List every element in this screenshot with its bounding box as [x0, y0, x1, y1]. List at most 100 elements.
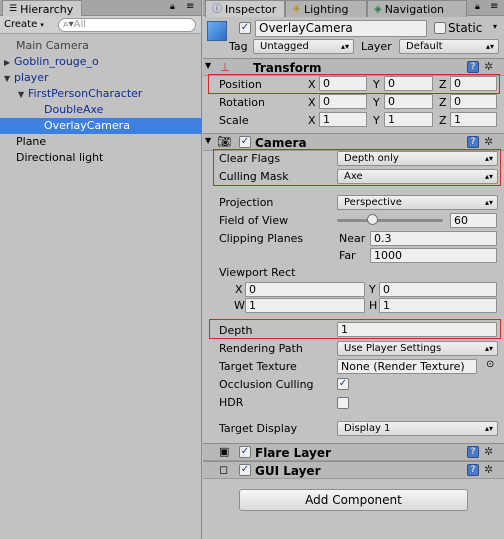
collapse-arrow-icon[interactable]: ▼: [205, 61, 211, 70]
rotation-x-field[interactable]: 0: [319, 94, 367, 109]
static-checkbox[interactable]: [434, 22, 446, 34]
target-display-dropdown[interactable]: Display 1 ▴▾: [337, 421, 498, 436]
info-icon: ⓘ: [212, 3, 222, 15]
fov-slider-thumb[interactable]: [367, 214, 378, 225]
help-icon[interactable]: ?: [467, 61, 479, 73]
tree-item-label: FirstPersonCharacter: [28, 87, 143, 100]
rotation-y-field[interactable]: 0: [384, 94, 433, 109]
tree-item-main-camera[interactable]: Main Camera: [0, 38, 202, 54]
flare-layer-header[interactable]: ▣ ✓ Flare Layer ? ✲: [203, 443, 504, 461]
tree-item-label: Plane: [16, 135, 47, 148]
tag-dropdown[interactable]: Untagged ▴▾: [253, 39, 354, 54]
fov-slider-track[interactable]: [337, 219, 443, 222]
target-texture-field[interactable]: None (Render Texture): [337, 359, 477, 374]
gameobject-cube-icon: [207, 21, 227, 41]
collapse-arrow-icon[interactable]: ▼: [205, 136, 211, 145]
search-icon: ⌕▾: [63, 19, 74, 30]
layer-label: Layer: [361, 40, 392, 53]
layer-dropdown[interactable]: Default ▴▾: [399, 39, 499, 54]
object-name-field[interactable]: OverlayCamera: [255, 20, 427, 37]
far-field[interactable]: 1000: [370, 248, 497, 263]
help-icon[interactable]: ?: [467, 446, 479, 458]
hdr-checkbox[interactable]: [337, 397, 349, 409]
gear-icon[interactable]: ✲: [484, 445, 493, 458]
tab-navigation[interactable]: ◈ Navigation: [367, 0, 467, 17]
add-component-button[interactable]: Add Component: [239, 489, 468, 511]
target-texture-label: Target Texture: [219, 360, 297, 373]
viewport-w-field[interactable]: 1: [245, 298, 365, 313]
gear-icon[interactable]: ✲: [484, 60, 493, 73]
tree-item-doubleaxe[interactable]: DoubleAxe: [0, 102, 202, 118]
hierarchy-search-input[interactable]: ⌕▾All: [58, 18, 196, 32]
object-picker-icon[interactable]: ⊙: [486, 359, 494, 370]
camera-flags-highlight-box: [213, 149, 501, 186]
flare-layer-icon: ▣: [219, 445, 230, 458]
expand-arrow-icon[interactable]: ▶: [4, 55, 14, 71]
rendering-path-label: Rendering Path: [219, 342, 303, 355]
flare-layer-title: Flare Layer: [255, 446, 331, 460]
gear-icon[interactable]: ✲: [484, 463, 493, 476]
projection-dropdown[interactable]: Perspective ▴▾: [337, 195, 498, 210]
gui-layer-header[interactable]: ◻ ✓ GUI Layer ? ✲: [203, 461, 504, 479]
create-label: Create: [4, 19, 38, 30]
viewport-y-field[interactable]: 0: [379, 282, 497, 297]
dropdown-arrow-icon: ▴▾: [484, 424, 493, 433]
create-button[interactable]: Create ▾: [4, 18, 44, 32]
lock-icon[interactable]: 🔒︎: [170, 2, 175, 12]
viewport-h-field[interactable]: 1: [379, 298, 497, 313]
collapse-arrow-icon[interactable]: ▼: [18, 87, 28, 103]
gui-layer-title: GUI Layer: [255, 464, 321, 478]
scale-y-label: Y: [373, 114, 380, 127]
rotation-y-label: Y: [373, 96, 380, 109]
navigation-icon: ◈: [374, 3, 382, 15]
gui-layer-icon: ◻: [219, 463, 229, 476]
tree-item-plane[interactable]: Plane: [0, 134, 202, 150]
menu-icon[interactable]: ≡: [490, 1, 498, 12]
fov-label: Field of View: [219, 214, 289, 227]
help-icon[interactable]: ?: [467, 136, 479, 148]
camera-enabled-checkbox[interactable]: ✓: [239, 136, 251, 148]
tab-lighting[interactable]: ☀ Lighting: [285, 0, 367, 17]
menu-icon[interactable]: ≡: [186, 1, 194, 12]
scale-y-field[interactable]: 1: [384, 112, 433, 127]
tree-item-label: player: [14, 71, 49, 84]
projection-value: Perspective: [344, 197, 402, 208]
occlusion-culling-label: Occlusion Culling: [219, 378, 314, 391]
tree-item-label: OverlayCamera: [44, 119, 130, 132]
active-checkbox[interactable]: ✓: [239, 22, 251, 34]
hierarchy-tabbar: ☰ Hierarchy 🔒︎ ≡: [0, 0, 201, 17]
scale-label: Scale: [219, 114, 249, 127]
near-field[interactable]: 0.3: [370, 231, 497, 246]
tree-item-firstpersoncharacter[interactable]: ▼ FirstPersonCharacter: [0, 86, 202, 102]
tree-item-goblin[interactable]: ▶ Goblin_rouge_o: [0, 54, 202, 70]
rotation-z-field[interactable]: 0: [450, 94, 497, 109]
layer-value: Default: [406, 41, 443, 52]
tab-inspector-label: Inspector: [225, 2, 277, 16]
viewport-x-label: X: [235, 283, 243, 296]
dropdown-arrow-icon: ▾: [40, 21, 44, 29]
viewport-w-label: W: [234, 299, 245, 312]
tab-hierarchy-label: Hierarchy: [20, 2, 74, 16]
lock-icon[interactable]: 🔒︎: [475, 2, 480, 12]
gui-layer-checkbox[interactable]: ✓: [239, 464, 251, 476]
flare-layer-checkbox[interactable]: ✓: [239, 446, 251, 458]
fov-field[interactable]: 60: [450, 213, 497, 228]
camera-title: Camera: [255, 136, 307, 150]
collapse-arrow-icon[interactable]: ▼: [4, 71, 14, 87]
tree-item-overlaycamera[interactable]: OverlayCamera: [0, 118, 202, 134]
viewport-x-field[interactable]: 0: [245, 282, 365, 297]
dropdown-arrow-icon[interactable]: ▾: [493, 22, 497, 31]
scale-x-field[interactable]: 1: [319, 112, 367, 127]
gear-icon[interactable]: ✲: [484, 135, 493, 148]
occlusion-culling-checkbox[interactable]: ✓: [337, 378, 349, 390]
hdr-label: HDR: [219, 396, 244, 409]
tab-inspector[interactable]: ⓘ Inspector: [205, 0, 285, 17]
tab-hierarchy[interactable]: ☰ Hierarchy: [2, 0, 82, 17]
list-icon: ☰: [9, 3, 18, 14]
tag-value: Untagged: [260, 41, 309, 52]
rendering-path-dropdown[interactable]: Use Player Settings ▴▾: [337, 341, 498, 356]
help-icon[interactable]: ?: [467, 464, 479, 476]
tree-item-player[interactable]: ▼ player: [0, 70, 202, 86]
scale-z-field[interactable]: 1: [450, 112, 497, 127]
tree-item-directional-light[interactable]: Directional light: [0, 150, 202, 166]
